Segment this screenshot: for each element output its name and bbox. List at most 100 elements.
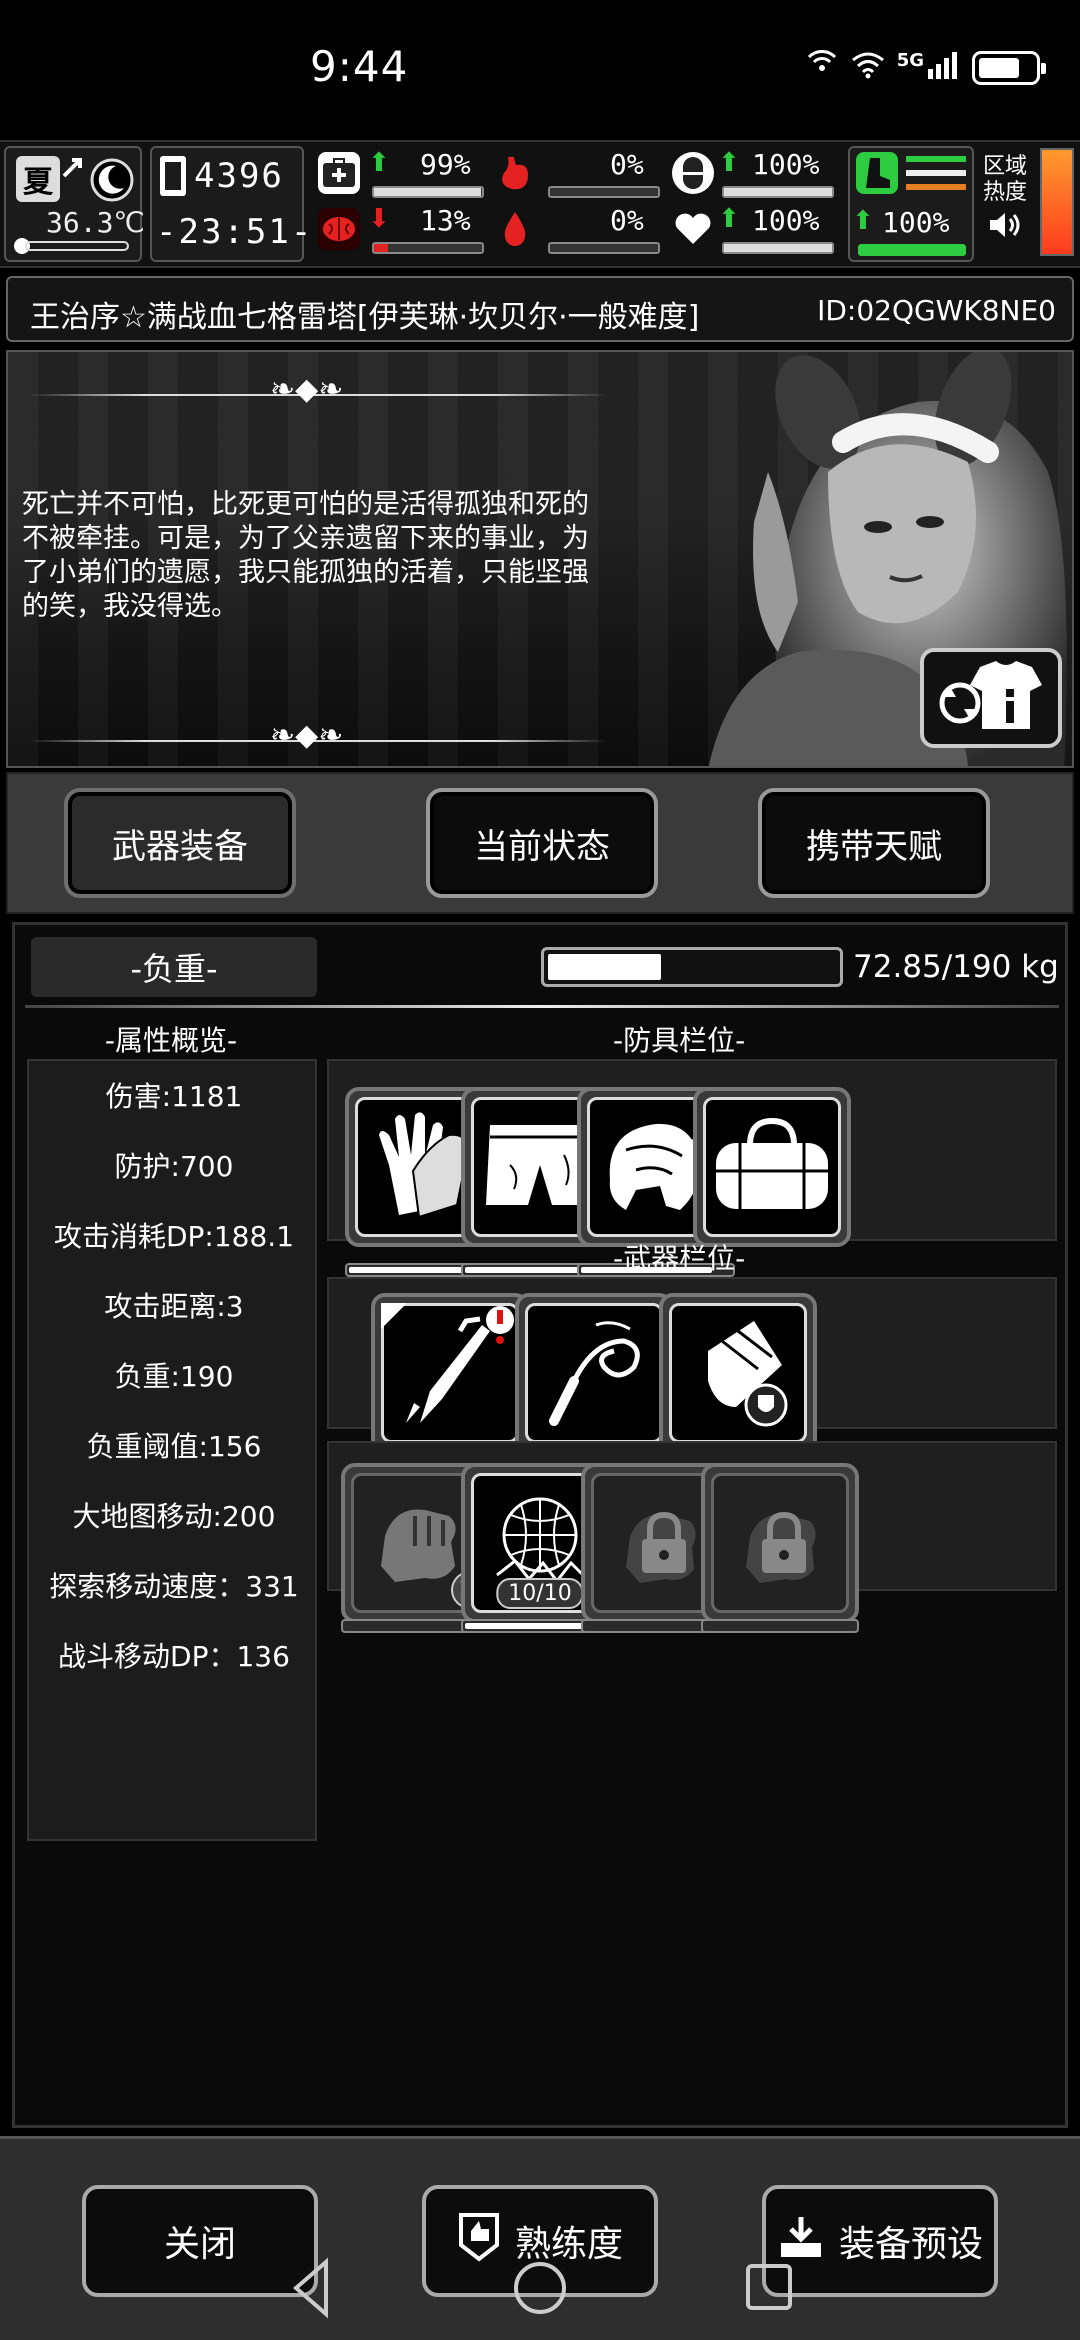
outfit-swap-icon — [936, 659, 1046, 737]
survival-hud: 夏 36.3℃ 4396 -23:51- ⬆ 99% ⬇ 13% 0% 0% ⬆… — [0, 140, 1080, 268]
hunger-value: 0% — [610, 148, 644, 181]
equipment-panel: -负重- 72.85/190 kg -属性概览- 伤害:1181 防护:700 … — [12, 922, 1068, 2128]
attr-damage: 伤害:1181 — [105, 1080, 243, 1113]
bleeding-bar — [548, 242, 660, 254]
extra-slot-locked[interactable] — [701, 1463, 859, 1623]
badge-thumb-icon — [457, 2211, 501, 2272]
status-icons: 5G — [805, 49, 1046, 86]
armor-slot-bag[interactable] — [693, 1087, 851, 1247]
proficiency-button-label: 熟练度 — [514, 2224, 623, 2265]
trend-down-icon: ⬇ — [368, 204, 390, 234]
health-bar — [372, 186, 484, 198]
divider — [25, 1005, 1059, 1008]
tab-bar: 武器装备 当前状态 携带天赋 — [6, 772, 1074, 914]
clock-time: 9:44 — [310, 42, 409, 91]
character-name: 王治序☆满战血七格雷塔[伊芙琳·坎贝尔·一般难度] — [30, 300, 700, 335]
trend-up-icon: ⬆ — [718, 204, 740, 234]
season-badge: 夏 — [16, 156, 60, 202]
thermometer-icon — [12, 236, 132, 260]
stamina-value: 100% — [882, 206, 950, 239]
health-value: 99% — [420, 148, 471, 181]
weapon-slot-katana[interactable] — [371, 1293, 529, 1453]
battery-icon — [972, 51, 1046, 85]
attr-combat-move-dp: 战斗移动DP：136 — [58, 1640, 290, 1673]
sanity-bar — [372, 242, 484, 254]
load-bar — [541, 947, 843, 987]
attr-defense: 防护:700 — [114, 1150, 234, 1183]
shield-pack-icon — [678, 1311, 798, 1435]
speaker-icon[interactable] — [982, 210, 1028, 247]
ornament-icon: ❧◆❧ — [270, 372, 344, 407]
calendar-icon — [158, 154, 188, 202]
health-bar-fill — [374, 188, 481, 196]
attributes-heading: -属性概览- — [104, 1024, 238, 1057]
wifi-icon — [851, 51, 885, 85]
equipment-preset-button[interactable]: 装备预设 — [762, 2185, 998, 2297]
stamina-bar-fill — [860, 246, 964, 254]
warning-icon — [483, 1305, 517, 1345]
region-heat-label: 区域 热度 — [982, 154, 1028, 247]
season-temp-panel[interactable]: 夏 36.3℃ — [4, 146, 145, 262]
attr-explore-speed: 探索移动速度：331 — [49, 1570, 299, 1603]
bleeding-value: 0% — [610, 204, 644, 237]
heat-label: 热度 — [982, 180, 1027, 205]
durability-bar — [701, 1619, 859, 1633]
mood-value: 100% — [752, 204, 820, 237]
mood-bar-fill — [724, 244, 832, 252]
weapon-slots — [327, 1277, 1057, 1473]
weapons-heading: -武器栏位- — [613, 1242, 746, 1275]
extra-slots: 副 10/10 — [327, 1441, 1057, 1633]
heart-icon — [672, 208, 714, 250]
sanity-value: 13% — [420, 204, 471, 237]
hydration-bar-fill — [724, 188, 832, 196]
region-label: 区域 — [982, 154, 1027, 179]
signal-icon — [926, 51, 960, 85]
attr-load-threshold: 负重阈值:156 — [86, 1430, 262, 1463]
character-title-bar: 王治序☆满战血七格雷塔[伊芙琳·坎贝尔·一般难度] ID:02QGWK8NE0 — [6, 276, 1074, 342]
stamina-stripe — [906, 184, 966, 190]
lock-icon — [610, 1491, 710, 1595]
ornament-icon: ❧◆❧ — [270, 718, 344, 753]
mood-bar — [722, 242, 834, 254]
load-bar-fill — [548, 954, 662, 980]
close-button[interactable]: 关闭 — [82, 2185, 318, 2297]
stamina-panel: ⬆ 100% — [848, 146, 974, 262]
network-label: 5G — [896, 49, 924, 71]
brain-icon — [318, 208, 360, 250]
pill-icon — [672, 152, 714, 194]
bottom-action-bar: 关闭 熟练度 装备预设 — [0, 2136, 1080, 2340]
attributes-list: 伤害:1181 防护:700 攻击消耗DP:188.1 攻击距离:3 负重:19… — [27, 1059, 317, 1841]
equipment-preset-label: 装备预设 — [838, 2224, 983, 2265]
proficiency-button[interactable]: 熟练度 — [422, 2185, 658, 2297]
thermometer-arrow-icon — [58, 152, 88, 186]
hydration-bar — [722, 186, 834, 198]
boot-icon — [856, 152, 898, 194]
attr-load: 负重:190 — [114, 1360, 234, 1393]
stomach-icon — [494, 152, 536, 194]
weapon-slot-shield-pack[interactable] — [659, 1293, 817, 1453]
day-clock-panel: 4396 -23:51- — [150, 146, 311, 262]
tab-current-status[interactable]: 当前状态 — [426, 788, 658, 898]
weapon-slot-whip[interactable] — [515, 1293, 673, 1453]
stamina-stripe — [906, 170, 966, 176]
trend-up-icon: ⬆ — [718, 148, 740, 178]
change-outfit-button[interactable] — [920, 648, 1062, 748]
armor-heading: -防具栏位- — [613, 1024, 746, 1057]
attr-attack-dp: 攻击消耗DP:188.1 — [53, 1220, 295, 1253]
tab-weapons-equipment[interactable]: 武器装备 — [64, 788, 296, 898]
whip-icon — [534, 1311, 654, 1435]
temperature-value: 36.3℃ — [46, 206, 145, 239]
blood-drop-icon — [494, 208, 536, 250]
game-clock: -23:51- — [156, 212, 314, 252]
character-story-panel: ❧◆❧ 死亡并不可怕，比死更可怕的是活得孤独和死的不被牵挂。可是，为了父亲遗留下… — [6, 350, 1074, 768]
stamina-stripe — [906, 156, 966, 162]
quantity-badge: 10/10 — [496, 1578, 584, 1609]
load-label: -负重- — [31, 937, 317, 997]
heat-meter — [1040, 148, 1074, 256]
bag-icon — [710, 1115, 834, 1219]
trend-up-icon: ⬆ — [368, 148, 390, 178]
medkit-icon — [318, 152, 360, 194]
trend-up-icon: ⬆ — [852, 206, 874, 236]
tab-carried-talents[interactable]: 携带天赋 — [758, 788, 990, 898]
attr-map-move: 大地图移动:200 — [72, 1500, 276, 1533]
